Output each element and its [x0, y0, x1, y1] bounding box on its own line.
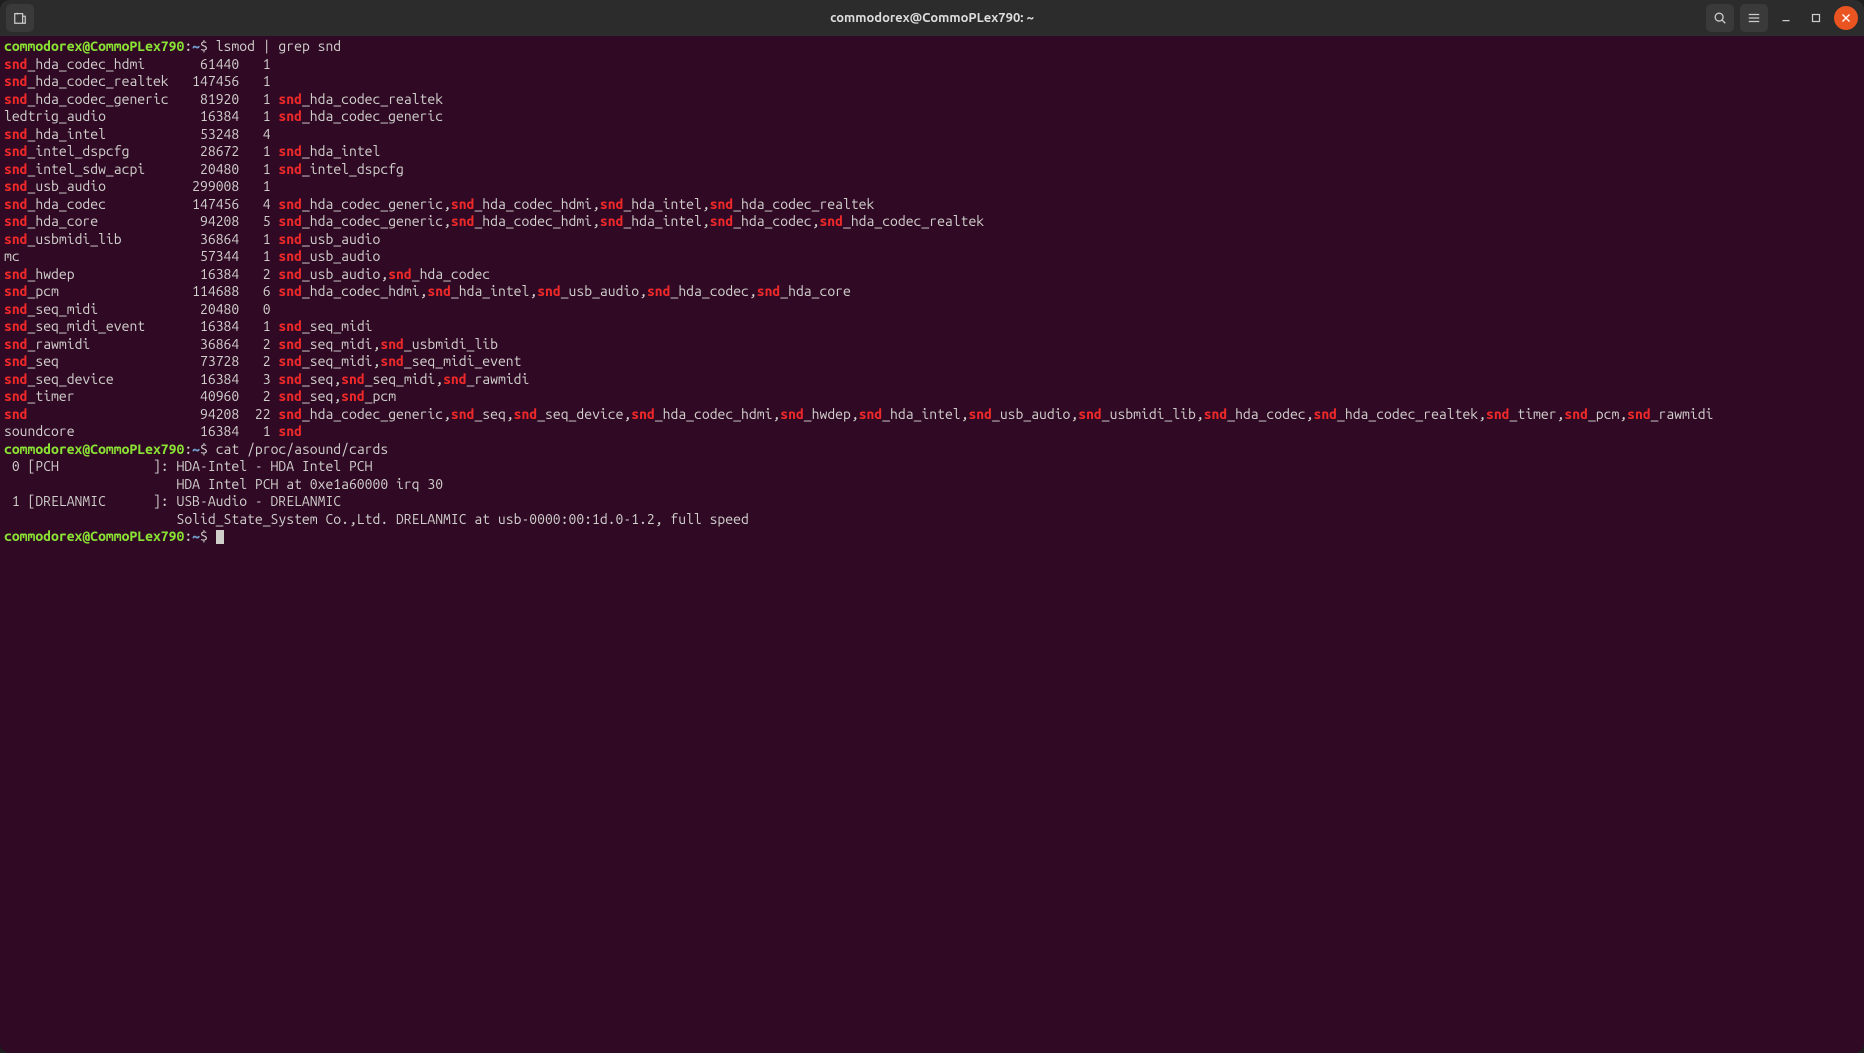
output-line: HDA Intel PCH at 0xe1a60000 irq 30 [4, 476, 1860, 494]
lsmod-row: mc 57344 1 snd_usb_audio [4, 248, 1860, 266]
lsmod-row: snd_hda_codec_generic 81920 1 snd_hda_co… [4, 91, 1860, 109]
lsmod-row: snd_usb_audio 299008 1 [4, 178, 1860, 196]
lsmod-row: snd_timer 40960 2 snd_seq,snd_pcm [4, 388, 1860, 406]
command-text: cat /proc/asound/cards [216, 441, 388, 457]
close-button[interactable] [1834, 6, 1858, 30]
maximize-button[interactable] [1804, 6, 1828, 30]
lsmod-row: snd_hda_codec_realtek 147456 1 [4, 73, 1860, 91]
new-tab-button[interactable] [6, 4, 34, 32]
lsmod-row: snd_seq_midi 20480 0 [4, 301, 1860, 319]
lsmod-row: snd_seq 73728 2 snd_seq_midi,snd_seq_mid… [4, 353, 1860, 371]
prompt-line: commodorex@CommoPLex790:~$ [4, 528, 1860, 546]
output-line: Solid_State_System Co.,Ltd. DRELANMIC at… [4, 511, 1860, 529]
titlebar: commodorex@CommoPLex790: ~ [0, 0, 1864, 36]
lsmod-row: ledtrig_audio 16384 1 snd_hda_codec_gene… [4, 108, 1860, 126]
lsmod-row: snd_pcm 114688 6 snd_hda_codec_hdmi,snd_… [4, 283, 1860, 301]
lsmod-row: snd_rawmidi 36864 2 snd_seq_midi,snd_usb… [4, 336, 1860, 354]
lsmod-row: snd_usbmidi_lib 36864 1 snd_usb_audio [4, 231, 1860, 249]
close-icon [1839, 11, 1853, 25]
terminal-viewport[interactable]: commodorex@CommoPLex790:~$ lsmod | grep … [0, 36, 1864, 1053]
minimize-icon [1779, 11, 1793, 25]
cursor [216, 530, 224, 544]
search-icon [1713, 11, 1727, 25]
lsmod-row: snd_hda_intel 53248 4 [4, 126, 1860, 144]
lsmod-row: snd_hda_codec_hdmi 61440 1 [4, 56, 1860, 74]
maximize-icon [1809, 11, 1823, 25]
menu-button[interactable] [1740, 4, 1768, 32]
command-text: lsmod | grep snd [216, 38, 341, 54]
lsmod-row: soundcore 16384 1 snd [4, 423, 1860, 441]
window-title: commodorex@CommoPLex790: ~ [830, 11, 1034, 25]
search-button[interactable] [1706, 4, 1734, 32]
new-tab-icon [13, 11, 27, 25]
minimize-button[interactable] [1774, 6, 1798, 30]
lsmod-row: snd_intel_sdw_acpi 20480 1 snd_intel_dsp… [4, 161, 1860, 179]
lsmod-row: snd_hda_codec 147456 4 snd_hda_codec_gen… [4, 196, 1860, 214]
lsmod-row: snd_hwdep 16384 2 snd_usb_audio,snd_hda_… [4, 266, 1860, 284]
lsmod-row: snd_hda_core 94208 5 snd_hda_codec_gener… [4, 213, 1860, 231]
lsmod-row: snd 94208 22 snd_hda_codec_generic,snd_s… [4, 406, 1860, 424]
lsmod-row: snd_seq_midi_event 16384 1 snd_seq_midi [4, 318, 1860, 336]
prompt-line: commodorex@CommoPLex790:~$ cat /proc/aso… [4, 441, 1860, 459]
prompt-line: commodorex@CommoPLex790:~$ lsmod | grep … [4, 38, 1860, 56]
terminal-window: commodorex@CommoPLex790: ~ commodorex@Co… [0, 0, 1864, 1053]
hamburger-icon [1747, 11, 1761, 25]
output-line: 1 [DRELANMIC ]: USB-Audio - DRELANMIC [4, 493, 1860, 511]
lsmod-row: snd_seq_device 16384 3 snd_seq,snd_seq_m… [4, 371, 1860, 389]
lsmod-row: snd_intel_dspcfg 28672 1 snd_hda_intel [4, 143, 1860, 161]
output-line: 0 [PCH ]: HDA-Intel - HDA Intel PCH [4, 458, 1860, 476]
